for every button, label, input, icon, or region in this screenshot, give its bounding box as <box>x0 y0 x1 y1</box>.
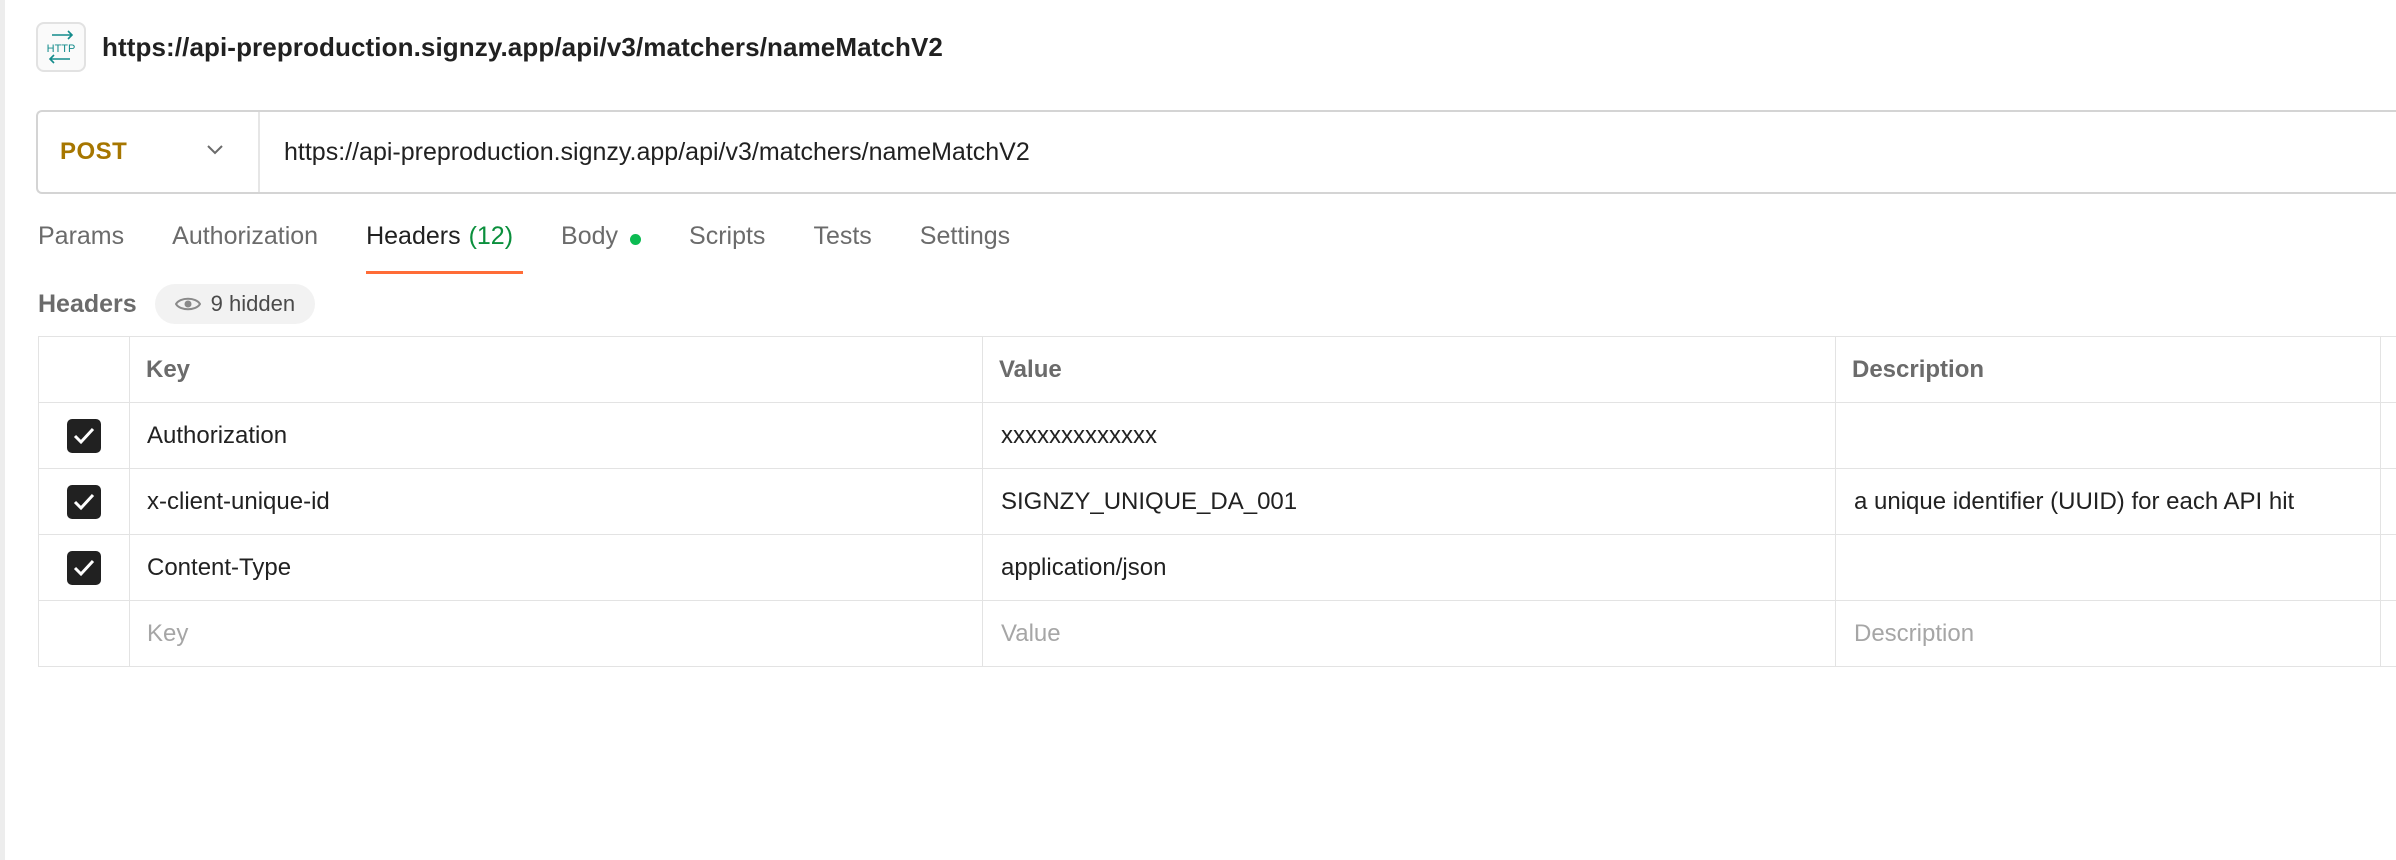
header-key-cell[interactable]: x-client-unique-id <box>130 469 983 534</box>
request-title-row: HTTP https://api-preproduction.signzy.ap… <box>36 22 943 72</box>
header-description-cell[interactable] <box>1836 535 2381 600</box>
header-key-cell[interactable]: Content-Type <box>130 535 983 600</box>
chevron-down-icon <box>206 143 224 161</box>
svg-text:HTTP: HTTP <box>47 43 76 55</box>
table-row-new: Key Value Description <box>39 601 2396 667</box>
checkmark-icon <box>73 427 95 444</box>
tab-headers-label: Headers <box>366 222 461 250</box>
hidden-count: 9 hidden <box>210 291 296 316</box>
table-row: Content-Type application/json <box>39 535 2396 601</box>
hidden-headers-toggle[interactable]: 9 hidden <box>154 284 316 324</box>
row-enabled-checkbox[interactable] <box>67 550 101 585</box>
header-key-cell[interactable]: Authorization <box>130 403 983 468</box>
tab-scripts[interactable]: Scripts <box>689 222 765 274</box>
column-header-description: Description <box>1836 337 2381 402</box>
request-editor: HTTP https://api-preproduction.signzy.ap… <box>0 0 2396 860</box>
tab-tests[interactable]: Tests <box>813 222 871 274</box>
header-check-col <box>39 337 130 402</box>
checkmark-icon <box>73 559 95 576</box>
new-value-input[interactable]: Value <box>983 601 1836 666</box>
url-bar: POST https://api-preproduction.signzy.ap… <box>36 110 2396 194</box>
header-description-cell[interactable] <box>1836 403 2381 468</box>
header-value-cell[interactable]: xxxxxxxxxxxxx <box>983 403 1836 468</box>
headers-section-header: Headers 9 hidden <box>38 284 316 324</box>
request-tabs: Params Authorization Headers (12) Body S… <box>38 222 1058 274</box>
header-value-cell[interactable]: SIGNZY_UNIQUE_DA_001 <box>983 469 1836 534</box>
tab-settings[interactable]: Settings <box>920 222 1010 274</box>
body-indicator-dot <box>630 234 642 245</box>
row-enabled-checkbox[interactable] <box>67 484 101 519</box>
tab-headers-count: (12) <box>468 222 514 250</box>
headers-table: Key Value Description Authorization xxxx… <box>38 336 2396 667</box>
method-label: POST <box>60 138 128 165</box>
table-row: Authorization xxxxxxxxxxxxx <box>39 403 2396 469</box>
header-description-cell[interactable]: a unique identifier (UUID) for each API … <box>1836 469 2381 534</box>
new-description-input[interactable]: Description <box>1836 601 2381 666</box>
tab-params[interactable]: Params <box>38 222 124 274</box>
headers-section-label: Headers <box>38 289 137 318</box>
header-value-cell[interactable]: application/json <box>983 535 1836 600</box>
http-icon: HTTP <box>36 22 86 72</box>
tab-body[interactable]: Body <box>561 222 642 274</box>
column-header-value: Value <box>983 337 1836 402</box>
tab-authorization[interactable]: Authorization <box>172 222 318 274</box>
new-key-input[interactable]: Key <box>130 601 983 666</box>
row-enabled-checkbox[interactable] <box>67 418 101 453</box>
sidebar-edge <box>0 0 5 860</box>
eye-icon <box>174 297 201 311</box>
request-title[interactable]: https://api-preproduction.signzy.app/api… <box>102 32 943 63</box>
column-header-key: Key <box>130 337 983 402</box>
method-dropdown[interactable]: POST <box>38 112 260 192</box>
tab-headers[interactable]: Headers (12) <box>366 222 524 274</box>
checkmark-icon <box>73 493 95 510</box>
table-row: x-client-unique-id SIGNZY_UNIQUE_DA_001 … <box>39 469 2396 535</box>
url-input[interactable]: https://api-preproduction.signzy.app/api… <box>284 138 1030 167</box>
column-header-extra <box>2381 337 2396 402</box>
table-header-row: Key Value Description <box>39 337 2396 403</box>
